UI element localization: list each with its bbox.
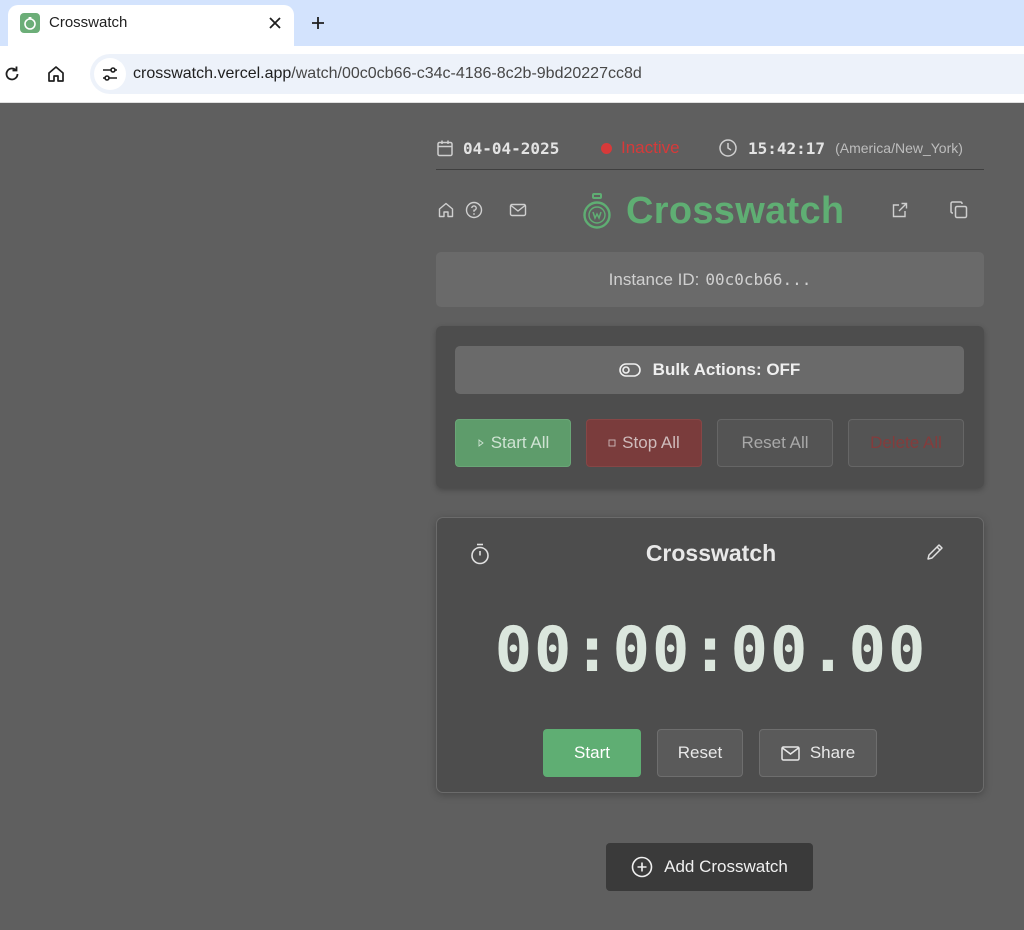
url-text: crosswatch.vercel.app/watch/00c0cb66-c34… xyxy=(133,64,642,84)
reset-all-label: Reset All xyxy=(741,433,809,452)
status-indicator: Inactive xyxy=(601,137,680,159)
share-label: Share xyxy=(809,743,856,762)
add-crosswatch-button[interactable]: Add Crosswatch xyxy=(606,843,813,891)
clock-icon xyxy=(719,139,737,157)
browser-toolbar: crosswatch.vercel.app/watch/00c0cb66-c34… xyxy=(0,46,1024,103)
bulk-actions-label: Bulk Actions: OFF xyxy=(652,360,801,379)
toggle-icon xyxy=(618,363,641,377)
stopwatch-card: Crosswatch 00:00:00.00 Start Reset Share xyxy=(436,517,984,793)
home-browser-icon[interactable] xyxy=(44,62,68,86)
reload-icon[interactable] xyxy=(0,62,24,86)
header: Crosswatch xyxy=(436,182,984,240)
stop-all-button[interactable]: Stop All xyxy=(586,419,702,467)
start-button[interactable]: Start xyxy=(543,729,641,777)
reset-all-button[interactable]: Reset All xyxy=(717,419,833,467)
bulk-actions-toggle[interactable]: Bulk Actions: OFF xyxy=(455,346,964,394)
share-button[interactable]: Share xyxy=(759,729,877,777)
instance-id-label: Instance ID: xyxy=(608,269,700,289)
start-all-label: Start All xyxy=(490,433,550,452)
copy-icon[interactable] xyxy=(949,200,969,220)
start-all-button[interactable]: Start All xyxy=(455,419,571,467)
url-path: /watch/00c0cb66-c34c-4186-8c2b-9bd20227c… xyxy=(291,65,642,82)
status-text: Inactive xyxy=(621,138,680,157)
brand-title: Crosswatch xyxy=(626,190,845,232)
new-tab-icon[interactable] xyxy=(306,11,330,35)
reset-button[interactable]: Reset xyxy=(657,729,743,777)
status-bar: 04-04-2025 Inactive 15:42:17 (America/Ne… xyxy=(436,130,984,170)
clock-display: 15:42:17 (America/New_York) xyxy=(718,137,963,159)
bulk-actions-card: Bulk Actions: OFF Start All Stop All Res… xyxy=(436,326,984,488)
mail-share-icon xyxy=(781,745,800,761)
add-crosswatch-label: Add Crosswatch xyxy=(664,857,788,876)
mail-icon[interactable] xyxy=(508,200,528,220)
clock-time: 15:42:17 xyxy=(748,138,826,158)
start-label: Start xyxy=(574,743,610,762)
stopwatch-time: 00:00:00.00 xyxy=(494,613,928,686)
delete-all-button[interactable]: Delete All xyxy=(848,419,964,467)
instance-id-box: Instance ID: 00c0cb66... xyxy=(436,252,984,307)
instance-id-value: 00c0cb66... xyxy=(705,270,812,289)
stopwatch-logo-icon xyxy=(583,192,611,229)
tab-favicon-icon xyxy=(20,13,40,33)
url-host: crosswatch.vercel.app xyxy=(133,65,292,82)
stop-all-label: Stop All xyxy=(622,433,680,452)
date-display: 04-04-2025 xyxy=(436,137,559,159)
site-settings-icon[interactable] xyxy=(94,58,126,90)
tab-title: Crosswatch xyxy=(49,14,128,31)
stop-icon xyxy=(608,439,616,447)
timezone-text: (America/New_York) xyxy=(835,140,963,156)
play-icon xyxy=(478,439,484,447)
browser-tab[interactable]: Crosswatch xyxy=(8,5,294,46)
brand: Crosswatch xyxy=(582,190,844,233)
address-bar[interactable]: crosswatch.vercel.app/watch/00c0cb66-c34… xyxy=(90,54,1024,94)
edit-icon[interactable] xyxy=(923,540,947,564)
page-body: 04-04-2025 Inactive 15:42:17 (America/Ne… xyxy=(0,104,1024,930)
plus-circle-icon xyxy=(631,856,653,878)
reset-label: Reset xyxy=(677,743,723,762)
date-text: 04-04-2025 xyxy=(463,138,560,158)
calendar-icon xyxy=(437,140,453,157)
status-dot xyxy=(601,142,612,154)
stopwatch-title: Crosswatch xyxy=(645,540,777,566)
browser-tabstrip: Crosswatch xyxy=(0,0,1024,46)
tab-close-icon[interactable] xyxy=(264,12,286,34)
external-link-icon[interactable] xyxy=(890,200,910,220)
help-icon[interactable] xyxy=(464,200,484,220)
delete-all-label: Delete All xyxy=(870,433,942,452)
home-icon[interactable] xyxy=(436,200,456,220)
